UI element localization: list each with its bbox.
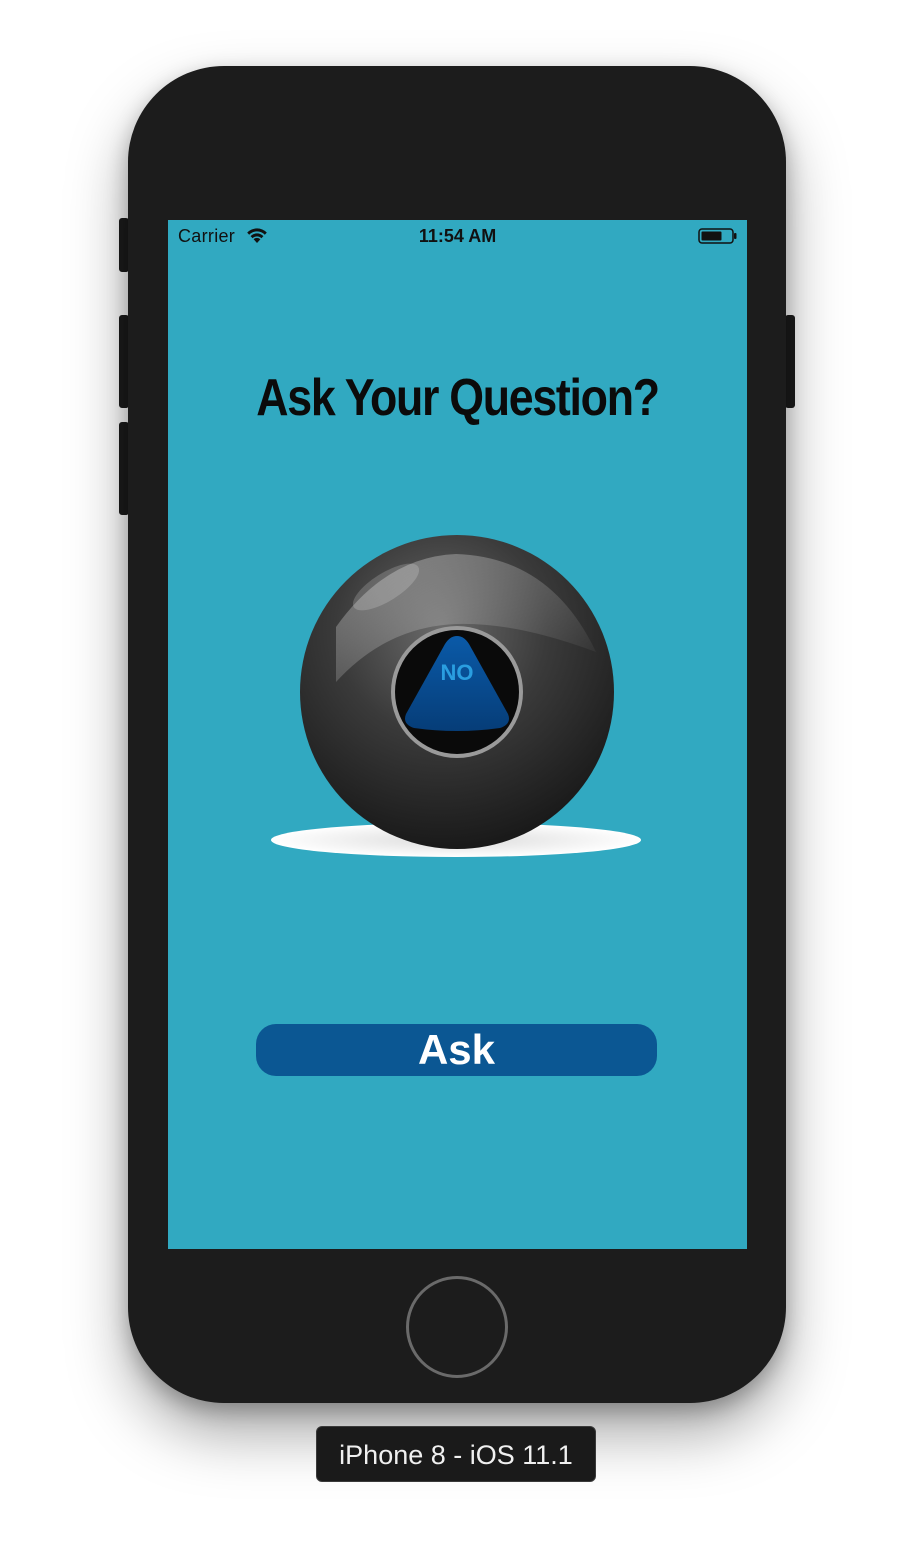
simulator-stage: Carrier 11:54 AM Ask Your Question? NO A… — [0, 0, 914, 1566]
magic-8-ball-icon — [271, 535, 641, 857]
magic-8-ball: NO — [266, 532, 646, 872]
battery-icon — [698, 228, 737, 244]
answer-text: NO — [440, 660, 474, 685]
power-button — [785, 315, 795, 408]
home-button[interactable] — [406, 1276, 508, 1378]
status-time: 11:54 AM — [418, 226, 497, 246]
page-title: Ask Your Question? — [256, 369, 660, 427]
ask-button[interactable]: Ask — [256, 1024, 657, 1076]
status-bar: Carrier 11:54 AM — [168, 220, 747, 252]
app-screen: Carrier 11:54 AM Ask Your Question? NO A… — [168, 220, 747, 1249]
simulator-device-label: iPhone 8 - iOS 11.1 — [316, 1426, 596, 1482]
